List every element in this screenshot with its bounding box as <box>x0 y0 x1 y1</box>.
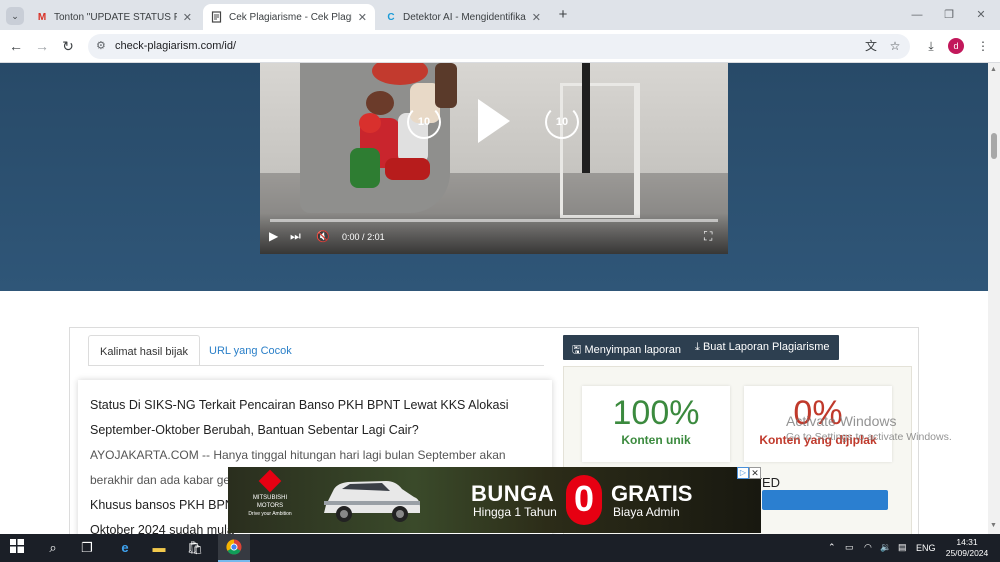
profile-avatar[interactable]: d <box>948 38 964 54</box>
play-big-icon[interactable] <box>478 99 510 143</box>
close-window-icon[interactable]: ✕ <box>966 5 996 25</box>
chrome-taskbar-button[interactable] <box>218 534 250 562</box>
video-progress-bar[interactable] <box>270 219 718 222</box>
tray-overflow-icon[interactable]: ⌃ <box>828 542 836 553</box>
ad-banner[interactable]: MITSUBISHI MOTORS Drive your Ambition BU… <box>228 467 761 533</box>
search-icon[interactable]: ⌕ <box>44 539 62 557</box>
video-frame-tv <box>582 63 590 173</box>
browser-tab-strip: ⌄ M Tonton "UPDATE STATUS PENCAIRAN ✕ Ce… <box>0 0 1000 30</box>
video-time: 0:00 / 2:01 <box>342 232 385 242</box>
notification-icon[interactable]: ▤ <box>898 542 907 553</box>
close-icon[interactable]: ✕ <box>358 11 367 24</box>
tab-title: Cek Plagiarisme - Cek Plagiat Fi <box>229 11 352 23</box>
tab-title: Detektor AI - Mengidentifikasi Te <box>403 11 526 23</box>
browser-tab-gmail[interactable]: M Tonton "UPDATE STATUS PENCAIRAN ✕ <box>28 4 200 30</box>
close-icon[interactable]: ✕ <box>183 11 192 24</box>
wifi-icon[interactable]: ◠ <box>864 542 872 553</box>
ad-sub-2: Biaya Admin <box>613 505 680 519</box>
forward-10-button[interactable]: 10 <box>545 105 579 139</box>
ad-sub-1: Hingga 1 Tahun <box>473 505 557 519</box>
store-icon[interactable]: 🛍 <box>186 539 204 557</box>
clock[interactable]: 14:31 25/09/2024 <box>942 537 992 559</box>
ad-zero-percent: 0 <box>566 475 602 525</box>
ad-headline-1: BUNGA <box>471 481 555 506</box>
mitsubishi-logo: MITSUBISHI MOTORS Drive your Ambition <box>240 469 300 518</box>
ad-info-icon[interactable]: ▷ <box>737 467 749 479</box>
windows-taskbar: ⌕ ❐ e ▬ 🛍 ⌃ ▭ ◠ 🔉 ▤ ENG 14:31 25/09/2024 <box>0 534 1000 562</box>
tab-search-button[interactable]: ⌄ <box>6 7 24 25</box>
rewind-10-button[interactable]: 10 <box>407 105 441 139</box>
car-image <box>324 481 420 522</box>
page-scrollbar[interactable]: ▲ ▼ <box>988 63 1000 534</box>
blue-button[interactable] <box>762 490 888 510</box>
hero-section: 10 10 ▶ ⏭ 🔇 0:00 / 2:01 ⛶ <box>0 63 988 291</box>
tab-divider <box>88 365 544 366</box>
menu-icon[interactable]: ⋮ <box>974 37 992 55</box>
activate-windows-watermark: Activate Windows Go to Settings to activ… <box>786 413 952 443</box>
tab-url-yang-cocok[interactable]: URL yang Cocok <box>198 335 303 366</box>
save-report-button[interactable]: 🖫 Menyimpan laporan <box>563 335 691 360</box>
fullscreen-icon[interactable]: ⛶ <box>704 229 712 244</box>
new-tab-button[interactable]: + <box>554 6 572 24</box>
address-bar[interactable]: ⚙ check-plagiarism.com/id/ <box>88 34 910 59</box>
gmail-icon: M <box>37 11 47 23</box>
translate-icon[interactable]: 文 <box>862 37 880 55</box>
volume-icon[interactable]: 🔉 <box>880 542 891 553</box>
unique-label: Konten unik <box>621 433 691 447</box>
chrome-icon <box>226 539 242 555</box>
task-view-icon[interactable]: ❐ <box>78 539 96 557</box>
video-player[interactable]: 10 10 ▶ ⏭ 🔇 0:00 / 2:01 ⛶ <box>260 63 728 254</box>
url-text: check-plagiarism.com/id/ <box>115 40 237 52</box>
language-indicator[interactable]: ENG <box>916 543 936 553</box>
next-icon[interactable]: ⏭ <box>290 229 301 244</box>
windows-start-icon[interactable] <box>8 539 26 557</box>
bookmark-star-icon[interactable]: ☆ <box>886 37 904 55</box>
back-icon[interactable]: ← <box>6 36 26 56</box>
plagiarism-site-icon <box>211 11 223 23</box>
ad-headline-2: GRATIS <box>611 481 693 506</box>
restore-icon[interactable]: ❐ <box>934 5 964 25</box>
tab-kalimat-hasil-bijak[interactable]: Kalimat hasil bijak <box>88 335 201 366</box>
browser-tab-ai-detector[interactable]: C Detektor AI - Mengidentifikasi Te ✕ <box>377 4 549 30</box>
unique-percentage: 100% <box>612 394 700 432</box>
mute-icon[interactable]: 🔇 <box>316 230 330 243</box>
download-icon[interactable]: ⤓ <box>922 37 940 55</box>
forward-icon[interactable]: → <box>32 36 52 56</box>
tab-title: Tonton "UPDATE STATUS PENCAIRAN <box>54 11 177 23</box>
site-info-icon[interactable]: ⚙ <box>96 39 106 52</box>
minimize-icon[interactable]: — <box>902 5 932 25</box>
ad-close-icon[interactable]: ✕ <box>749 467 761 479</box>
download-icon: ⤓ <box>695 341 700 353</box>
reload-icon[interactable]: ↻ <box>58 36 78 56</box>
play-icon[interactable]: ▶ <box>269 229 278 243</box>
video-frame-people <box>350 63 457 188</box>
edge-icon[interactable]: e <box>116 539 134 557</box>
close-icon[interactable]: ✕ <box>532 11 541 24</box>
video-frame-tv-stand <box>560 83 640 218</box>
time-total: 2:01 <box>367 232 385 242</box>
browser-toolbar: ← → ↻ ⚙ check-plagiarism.com/id/ 文 ☆ ⤓ d… <box>0 30 1000 63</box>
unique-content-box: 100% Konten unik <box>582 386 730 462</box>
scroll-up-icon[interactable]: ▲ <box>990 66 997 73</box>
save-icon: 🖫 <box>572 344 582 356</box>
file-explorer-icon[interactable]: ▬ <box>150 539 168 557</box>
time-current: 0:00 <box>342 232 360 242</box>
result-title: Status Di SIKS-NG Terkait Pencairan Bans… <box>90 398 509 437</box>
scrollbar-thumb[interactable] <box>991 133 997 159</box>
battery-icon[interactable]: ▭ <box>845 542 854 553</box>
create-report-button[interactable]: ⤓ Buat Laporan Plagiarisme <box>686 335 839 360</box>
scroll-down-icon[interactable]: ▼ <box>990 522 997 529</box>
browser-tab-plagiarism[interactable]: Cek Plagiarisme - Cek Plagiat Fi ✕ <box>203 4 375 30</box>
web-page: 10 10 ▶ ⏭ 🔇 0:00 / 2:01 ⛶ Kalimat hasil … <box>0 63 988 534</box>
ai-detector-site-icon: C <box>387 11 395 23</box>
